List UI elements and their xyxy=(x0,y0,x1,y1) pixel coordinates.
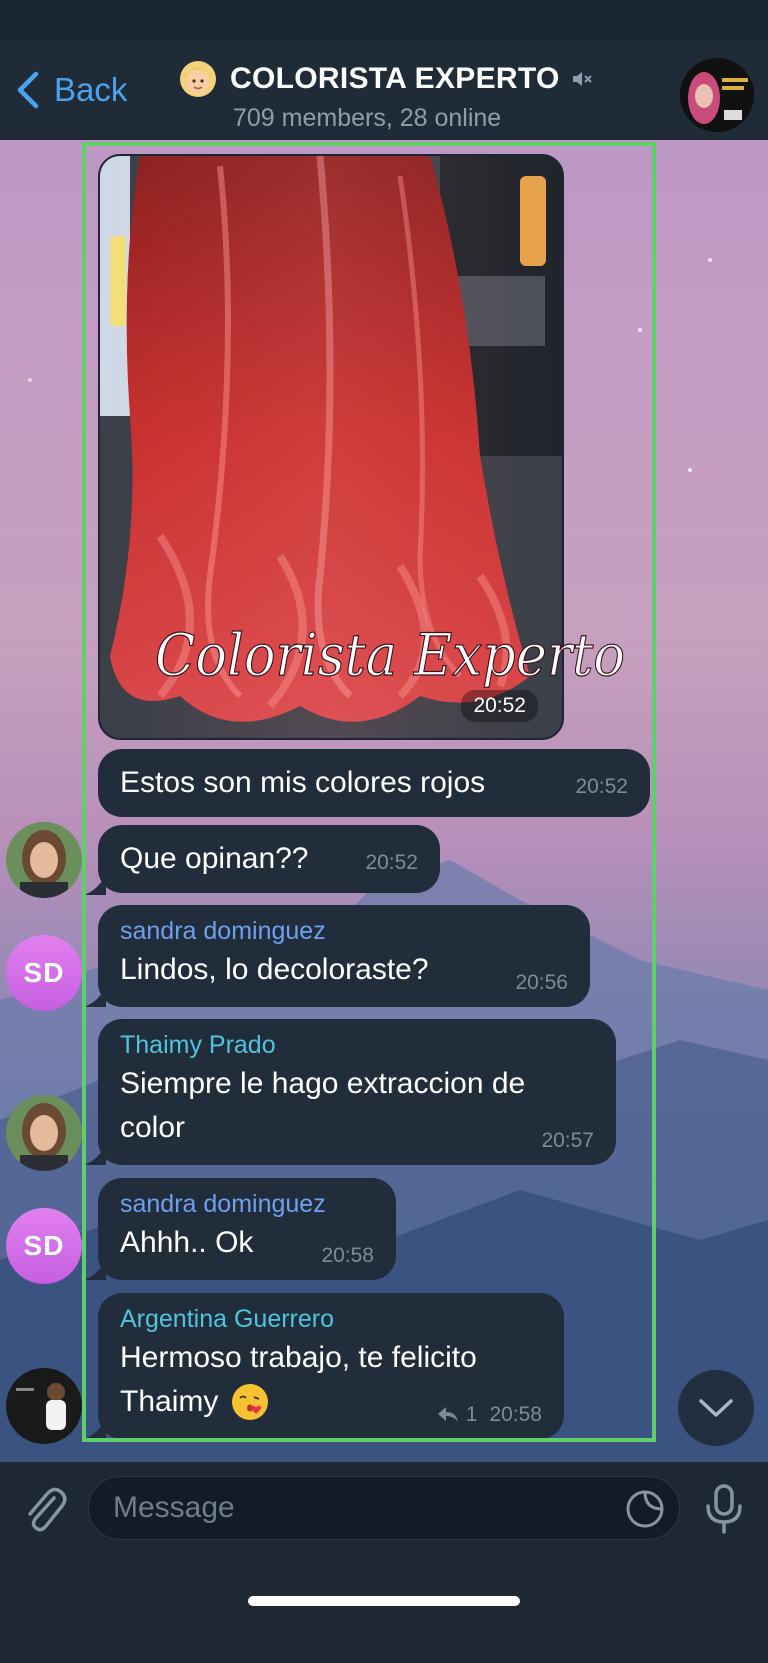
bubble-tail xyxy=(84,1258,106,1280)
chevron-left-icon xyxy=(17,71,39,109)
message-input[interactable] xyxy=(88,1476,680,1540)
avatar[interactable] xyxy=(6,1368,82,1444)
members-count: 709 members, 28 online xyxy=(233,104,502,132)
kissing-face-emoji-icon xyxy=(232,1384,269,1420)
message-text-line: color xyxy=(120,1111,186,1144)
svg-text:Colorista Experto: Colorista Experto xyxy=(155,621,625,689)
paperclip-icon[interactable] xyxy=(20,1484,68,1536)
message-time: 20:52 xyxy=(575,775,628,798)
avatar-initials: SD xyxy=(23,1230,65,1261)
bubble-tail xyxy=(84,873,106,895)
bubble-tail xyxy=(84,985,106,1007)
avatar[interactable] xyxy=(6,822,82,898)
avatar-photo xyxy=(6,1095,82,1171)
replies-indicator[interactable]: 1 20:58 xyxy=(436,1403,542,1427)
sender-name[interactable]: sandra dominguez xyxy=(120,1190,374,1219)
reply-count: 1 xyxy=(465,1403,478,1426)
message-time: 20:58 xyxy=(321,1244,374,1267)
back-button[interactable]: Back xyxy=(14,70,127,110)
message-time: 20:56 xyxy=(515,971,568,994)
message-bubble[interactable]: sandra dominguez Lindos, lo decoloraste?… xyxy=(98,905,590,1007)
bubble-tail xyxy=(84,1417,106,1439)
reply-arrow-icon xyxy=(437,1407,458,1422)
blond-woman-emoji-icon xyxy=(180,61,216,97)
avatar[interactable] xyxy=(6,1095,82,1171)
message-time: 20:57 xyxy=(541,1129,594,1152)
message-bubble[interactable]: sandra dominguez Ahhh.. Ok 20:58 xyxy=(98,1178,396,1280)
colorista-experto-watermark: Colorista Experto xyxy=(154,620,625,689)
sticker-icon[interactable] xyxy=(624,1488,666,1530)
avatar-initials: SD xyxy=(23,957,65,988)
scroll-to-bottom-button[interactable] xyxy=(678,1370,754,1446)
sender-name[interactable]: Thaimy Prado xyxy=(120,1031,594,1060)
back-label: Back xyxy=(54,71,128,108)
group-avatar[interactable] xyxy=(680,58,754,132)
message-bubble[interactable]: Argentina Guerrero Hermoso trabajo, te f… xyxy=(98,1293,564,1439)
message-text-line: Hermoso trabajo, te felicito xyxy=(120,1341,477,1374)
message-list[interactable]: 20:52 Colorista Experto Estos son mis co… xyxy=(0,140,768,1462)
avatar[interactable]: SD xyxy=(6,1208,82,1284)
group-avatar-image xyxy=(680,58,754,132)
chevron-down-icon xyxy=(699,1399,733,1417)
sender-name[interactable]: Argentina Guerrero xyxy=(120,1305,542,1334)
avatar-photo xyxy=(6,822,82,898)
avatar-photo xyxy=(6,1368,82,1444)
chat-title: COLORISTA EXPERTO xyxy=(230,62,560,95)
message-composer xyxy=(0,1462,768,1663)
chat-header: Back COLORISTA EXPERTO 709 members, 28 o… xyxy=(0,40,768,140)
message-text-word: Thaimy xyxy=(120,1385,219,1418)
message-bubble[interactable]: Que opinan?? 20:52 xyxy=(98,825,440,893)
status-bar xyxy=(0,0,768,40)
sender-name[interactable]: sandra dominguez xyxy=(120,917,568,946)
chat-title-block[interactable]: COLORISTA EXPERTO 709 members, 28 online xyxy=(178,60,618,133)
message-bubble[interactable]: Thaimy Prado Siempre le hago extraccion … xyxy=(98,1019,616,1165)
microphone-icon[interactable] xyxy=(702,1482,746,1536)
message-time: 20:58 xyxy=(489,1403,542,1426)
avatar[interactable]: SD xyxy=(6,935,82,1011)
message-bubble[interactable]: Estos son mis colores rojos 20:52 xyxy=(98,749,650,817)
message-time: 20:52 xyxy=(365,851,418,874)
message-text-line: Siempre le hago extraccion de xyxy=(120,1067,526,1100)
message-text: Estos son mis colores rojos xyxy=(120,766,486,799)
muted-speaker-icon xyxy=(572,72,592,86)
bubble-tail xyxy=(84,1143,106,1165)
message-text: Lindos, lo decoloraste? xyxy=(120,953,429,986)
home-indicator xyxy=(248,1596,520,1606)
